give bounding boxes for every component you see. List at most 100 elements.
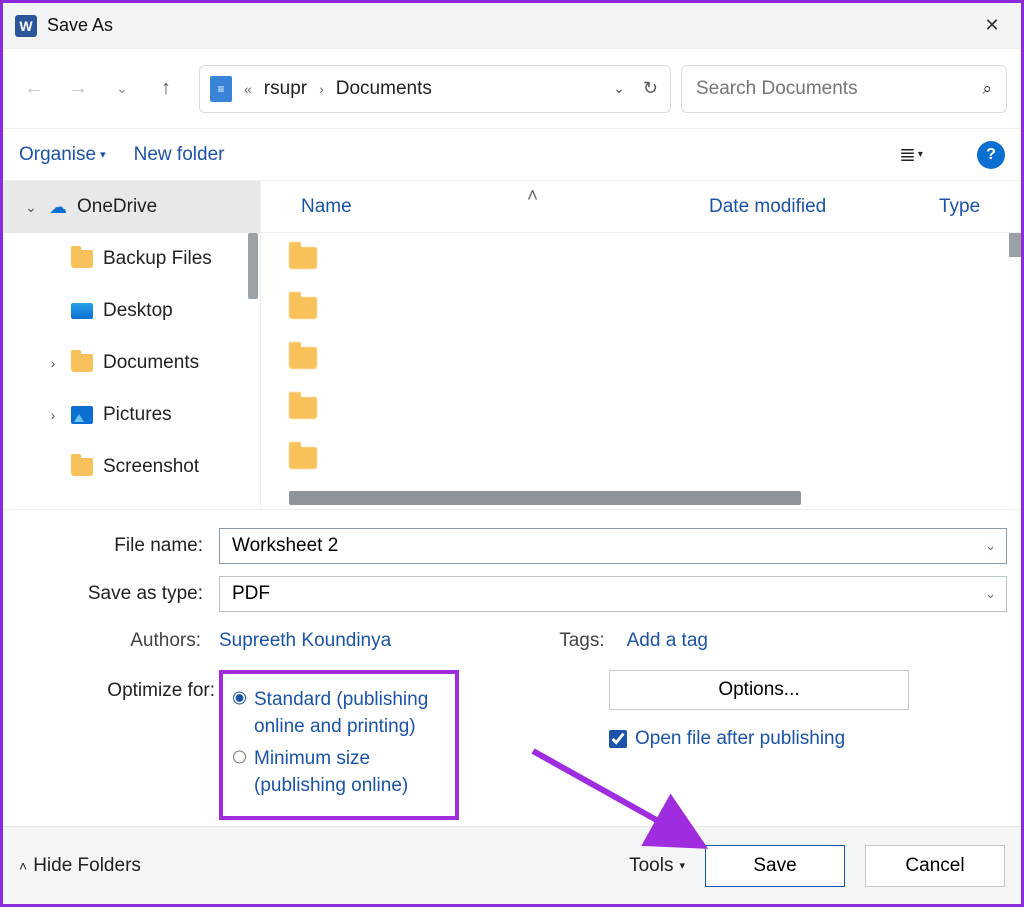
cancel-button[interactable]: Cancel [865, 845, 1005, 887]
options-button[interactable]: Options... [609, 670, 909, 710]
scrollbar-thumb[interactable] [248, 233, 258, 299]
new-folder-button[interactable]: New folder [134, 144, 225, 166]
radio-minimum[interactable]: Minimum size (publishing online) [233, 745, 445, 800]
folder-icon [289, 247, 317, 269]
close-icon[interactable]: ✕ [975, 15, 1009, 36]
open-after-input[interactable] [609, 730, 627, 748]
tags-value[interactable]: Add a tag [627, 630, 708, 652]
tree-item-onedrive[interactable]: ⌄ ☁ OneDrive [3, 181, 260, 233]
tree-item-desktop[interactable]: Desktop [3, 285, 260, 337]
open-after-label: Open file after publishing [635, 728, 845, 750]
nav-buttons: ← → ⌄ ↑ [17, 72, 183, 106]
optimize-for-label: Optimize for: [17, 670, 219, 702]
tree-item-backup-files[interactable]: Backup Files [3, 233, 260, 285]
column-name[interactable]: Name ˄ [301, 196, 709, 218]
folder-icon [289, 297, 317, 319]
save-as-type-label: Save as type: [17, 583, 211, 605]
file-row[interactable] [261, 233, 1021, 283]
chevron-down-icon: ▾ [679, 859, 685, 872]
search-icon[interactable]: ⌕ [982, 79, 992, 99]
search-input[interactable] [696, 78, 982, 100]
radio-standard-label: Standard (publishing online and printing… [254, 686, 445, 741]
tree-label: Backup Files [103, 248, 212, 270]
file-row[interactable] [261, 433, 1021, 483]
organise-label: Organise [19, 144, 96, 166]
collapse-icon[interactable]: ⌄ [23, 199, 39, 216]
help-icon[interactable]: ? [977, 141, 1005, 169]
tree-item-pictures[interactable]: › Pictures [3, 389, 260, 441]
file-name-input[interactable]: Worksheet 2 ⌄ [219, 528, 1007, 564]
tree-label: Screenshot [103, 456, 199, 478]
column-date-modified[interactable]: Date modified [709, 196, 939, 218]
tools-label: Tools [629, 855, 673, 877]
location-icon: ≡ [210, 76, 232, 102]
search-box[interactable]: ⌕ [681, 65, 1007, 113]
dialog-footer: ˄ Hide Folders Tools ▾ Save Cancel [3, 826, 1021, 904]
column-name-label: Name [301, 196, 352, 217]
chevron-right-icon[interactable]: « [242, 81, 254, 97]
recent-dropdown-icon[interactable]: ⌄ [105, 72, 139, 106]
folder-tree[interactable]: ⌄ ☁ OneDrive Backup Files Desktop › Docu… [3, 181, 261, 509]
body-split: ⌄ ☁ OneDrive Backup Files Desktop › Docu… [3, 181, 1021, 509]
folder-icon [289, 397, 317, 419]
radio-standard[interactable]: Standard (publishing online and printing… [233, 686, 445, 741]
up-icon[interactable]: ↑ [149, 72, 183, 106]
authors-value[interactable]: Supreeth Koundinya [219, 630, 391, 652]
cloud-icon: ☁ [49, 197, 67, 218]
breadcrumb-folder[interactable]: Documents [336, 78, 432, 100]
folder-icon [71, 354, 93, 372]
view-mode-button[interactable]: ≣ ▾ [891, 138, 931, 172]
chevron-up-icon: ˄ [19, 858, 27, 874]
chevron-right-icon: › [317, 81, 326, 97]
column-headers: Name ˄ Date modified Type [261, 181, 1021, 233]
word-icon: W [15, 15, 37, 37]
scrollbar-thumb[interactable] [1009, 233, 1021, 257]
save-button[interactable]: Save [705, 845, 845, 887]
chevron-down-icon[interactable]: ⌄ [985, 586, 996, 602]
title-bar: W Save As ✕ [3, 3, 1021, 49]
horizontal-scrollbar[interactable] [289, 491, 801, 505]
file-row[interactable] [261, 383, 1021, 433]
folder-icon [71, 250, 93, 268]
organise-menu[interactable]: Organise ▾ [19, 144, 106, 166]
radio-minimum-input[interactable] [233, 749, 246, 765]
file-rows[interactable] [261, 233, 1021, 509]
folder-icon [289, 447, 317, 469]
window-title: Save As [47, 15, 113, 36]
sort-indicator-icon: ˄ [527, 186, 538, 207]
open-after-checkbox[interactable]: Open file after publishing [609, 728, 845, 750]
expand-icon[interactable]: › [45, 407, 61, 423]
tags-label: Tags: [559, 630, 618, 652]
save-as-type-dropdown[interactable]: PDF ⌄ [219, 576, 1007, 612]
file-name-value: Worksheet 2 [232, 535, 338, 557]
file-name-label: File name: [17, 535, 211, 557]
breadcrumb-user[interactable]: rsupr [264, 78, 307, 100]
authors-label: Authors: [17, 630, 211, 652]
column-type[interactable]: Type [939, 196, 1003, 218]
tree-item-screenshot[interactable]: Screenshot [3, 441, 260, 493]
folder-icon [289, 347, 317, 369]
chevron-down-icon[interactable]: ⌄ [985, 538, 996, 554]
tree-label: Pictures [103, 404, 172, 426]
expand-icon[interactable]: › [45, 355, 61, 371]
tree-item-documents[interactable]: › Documents [3, 337, 260, 389]
tools-menu[interactable]: Tools ▾ [629, 855, 685, 877]
tree-label: Documents [103, 352, 199, 374]
address-bar[interactable]: ≡ « rsupr › Documents ⌄ ↻ [199, 65, 671, 113]
folder-icon [71, 458, 93, 476]
radio-standard-input[interactable] [233, 690, 246, 706]
hide-folders-button[interactable]: ˄ Hide Folders [19, 855, 141, 877]
tree-label: Desktop [103, 300, 173, 322]
tree-label: OneDrive [77, 196, 157, 218]
refresh-icon[interactable]: ↻ [641, 78, 660, 99]
file-list-pane: Name ˄ Date modified Type [261, 181, 1021, 509]
chevron-down-icon: ▾ [100, 148, 106, 161]
save-as-dialog: W Save As ✕ ← → ⌄ ↑ ≡ « rsupr › Document… [0, 0, 1024, 907]
file-row[interactable] [261, 283, 1021, 333]
navigation-bar: ← → ⌄ ↑ ≡ « rsupr › Documents ⌄ ↻ ⌕ [3, 49, 1021, 129]
radio-minimum-label: Minimum size (publishing online) [254, 745, 445, 800]
file-row[interactable] [261, 333, 1021, 383]
save-form: File name: Worksheet 2 ⌄ Save as type: P… [3, 509, 1021, 826]
address-dropdown-icon[interactable]: ⌄ [607, 80, 631, 97]
desktop-icon [71, 303, 93, 319]
